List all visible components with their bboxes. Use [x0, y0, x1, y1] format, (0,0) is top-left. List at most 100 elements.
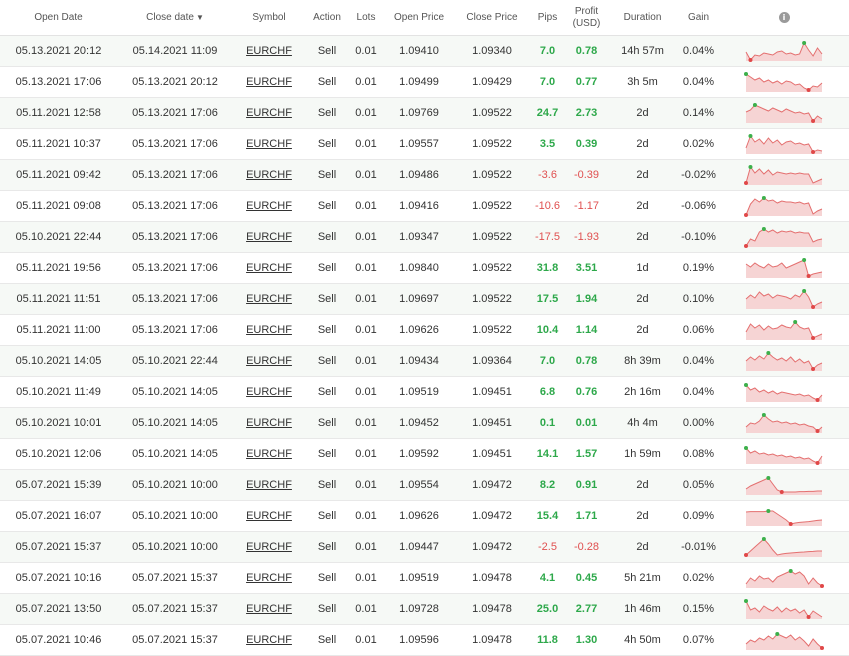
cell-open-date: 05.07.2021 15:39: [0, 469, 117, 501]
cell-profit: 0.78: [566, 35, 607, 67]
cell-profit: 1.14: [566, 314, 607, 346]
cell-duration: 2d: [607, 190, 678, 222]
table-row[interactable]: 05.11.2021 11:00 05.13.2021 17:06 EURCHF Se…: [0, 314, 849, 346]
symbol-link[interactable]: EURCHF: [246, 200, 292, 212]
cell-close-date: 05.13.2021 17:06: [117, 314, 233, 346]
cell-mini-chart: [719, 500, 849, 532]
symbol-link[interactable]: EURCHF: [246, 479, 292, 491]
symbol-link[interactable]: EURCHF: [246, 76, 292, 88]
symbol-link[interactable]: EURCHF: [246, 355, 292, 367]
table-row[interactable]: 05.11.2021 09:08 05.13.2021 17:06 EURCHF Se…: [0, 190, 849, 222]
symbol-link[interactable]: EURCHF: [246, 448, 292, 460]
cell-close-date: 05.07.2021 15:37: [117, 624, 233, 656]
cell-action: Sell: [305, 624, 349, 656]
table-row[interactable]: 05.10.2021 14:05 05.10.2021 22:44 EURCHF Se…: [0, 345, 849, 377]
cell-duration: 1h 59m: [607, 438, 678, 470]
table-row[interactable]: 05.07.2021 16:07 05.10.2021 10:00 EURCHF Se…: [0, 500, 849, 532]
table-row[interactable]: 05.10.2021 12:06 05.10.2021 14:05 EURCHF Se…: [0, 438, 849, 470]
cell-open-date: 05.10.2021 12:06: [0, 438, 117, 470]
info-icon[interactable]: i: [778, 11, 790, 23]
cell-symbol[interactable]: EURCHF: [233, 407, 305, 439]
table-row[interactable]: 05.07.2021 10:16 05.07.2021 15:37 EURCHF Se…: [0, 562, 849, 594]
cell-symbol[interactable]: EURCHF: [233, 35, 305, 67]
cell-symbol[interactable]: EURCHF: [233, 252, 305, 284]
col-close-date[interactable]: Close date ▼: [117, 0, 233, 36]
symbol-link[interactable]: EURCHF: [246, 572, 292, 584]
symbol-link[interactable]: EURCHF: [246, 386, 292, 398]
cell-mini-chart: [719, 66, 849, 98]
cell-symbol[interactable]: EURCHF: [233, 469, 305, 501]
cell-symbol[interactable]: EURCHF: [233, 97, 305, 129]
symbol-link[interactable]: EURCHF: [246, 107, 292, 119]
col-symbol[interactable]: Symbol: [233, 0, 305, 36]
col-pips[interactable]: Pips: [529, 0, 566, 36]
table-row[interactable]: 05.11.2021 09:42 05.13.2021 17:06 EURCHF Se…: [0, 159, 849, 191]
symbol-link[interactable]: EURCHF: [246, 231, 292, 243]
table-row[interactable]: 05.11.2021 11:51 05.13.2021 17:06 EURCHF Se…: [0, 283, 849, 315]
cell-open-price: 1.09626: [383, 500, 455, 532]
table-row[interactable]: 05.07.2021 15:37 05.10.2021 10:00 EURCHF Se…: [0, 531, 849, 563]
symbol-link[interactable]: EURCHF: [246, 417, 292, 429]
mini-chart: [744, 165, 823, 185]
table-row[interactable]: 05.07.2021 13:50 05.07.2021 15:37 EURCHF Se…: [0, 593, 849, 625]
col-duration[interactable]: Duration: [607, 0, 678, 36]
cell-symbol[interactable]: EURCHF: [233, 500, 305, 532]
col-lots[interactable]: Lots: [349, 0, 383, 36]
mini-chart-high-dot: [748, 165, 753, 169]
symbol-link[interactable]: EURCHF: [246, 324, 292, 336]
col-close-price[interactable]: Close Price: [455, 0, 529, 36]
col-open-date[interactable]: Open Date: [0, 0, 117, 36]
table-row[interactable]: 05.11.2021 10:37 05.13.2021 17:06 EURCHF Se…: [0, 128, 849, 160]
symbol-link[interactable]: EURCHF: [246, 138, 292, 150]
mini-chart: [745, 289, 823, 309]
table-row[interactable]: 05.13.2021 20:12 05.14.2021 11:09 EURCHF Se…: [0, 35, 849, 67]
cell-symbol[interactable]: EURCHF: [233, 593, 305, 625]
table-row[interactable]: 05.11.2021 19:56 05.13.2021 17:06 EURCHF Se…: [0, 252, 849, 284]
cell-symbol[interactable]: EURCHF: [233, 221, 305, 253]
col-profit-unit: (USD): [572, 17, 601, 29]
symbol-link[interactable]: EURCHF: [246, 634, 292, 646]
cell-symbol[interactable]: EURCHF: [233, 376, 305, 408]
cell-open-date: 05.11.2021 11:51: [0, 283, 117, 315]
cell-close-price: 1.09478: [455, 593, 529, 625]
cell-symbol[interactable]: EURCHF: [233, 314, 305, 346]
cell-symbol[interactable]: EURCHF: [233, 159, 305, 191]
symbol-link[interactable]: EURCHF: [246, 45, 292, 57]
symbol-link[interactable]: EURCHF: [246, 510, 292, 522]
col-action[interactable]: Action: [305, 0, 349, 36]
col-open-price[interactable]: Open Price: [383, 0, 455, 36]
cell-lots: 0.01: [349, 283, 383, 315]
cell-symbol[interactable]: EURCHF: [233, 128, 305, 160]
symbol-link[interactable]: EURCHF: [246, 169, 292, 181]
col-gain[interactable]: Gain: [678, 0, 719, 36]
table-row[interactable]: 05.11.2021 12:58 05.13.2021 17:06 EURCHF Se…: [0, 97, 849, 129]
cell-pips: 17.5: [529, 283, 566, 315]
cell-open-date: 05.11.2021 09:08: [0, 190, 117, 222]
cell-symbol[interactable]: EURCHF: [233, 283, 305, 315]
table-row[interactable]: 05.07.2021 10:46 05.07.2021 15:37 EURCHF Se…: [0, 624, 849, 656]
symbol-link[interactable]: EURCHF: [246, 262, 292, 274]
col-gain-label: Gain: [687, 11, 710, 23]
mini-chart: [744, 537, 822, 557]
col-profit[interactable]: Profit (USD): [566, 0, 607, 36]
cell-symbol[interactable]: EURCHF: [233, 562, 305, 594]
table-row[interactable]: 05.07.2021 15:39 05.10.2021 10:00 EURCHF Se…: [0, 469, 849, 501]
cell-symbol[interactable]: EURCHF: [233, 190, 305, 222]
table-row[interactable]: 05.10.2021 11:49 05.10.2021 14:05 EURCHF Se…: [0, 376, 849, 408]
mini-chart: [745, 320, 823, 340]
symbol-link[interactable]: EURCHF: [246, 603, 292, 615]
cell-symbol[interactable]: EURCHF: [233, 66, 305, 98]
cell-lots: 0.01: [349, 624, 383, 656]
cell-symbol[interactable]: EURCHF: [233, 438, 305, 470]
cell-action: Sell: [305, 314, 349, 346]
cell-symbol[interactable]: EURCHF: [233, 624, 305, 656]
cell-close-price: 1.09522: [455, 283, 529, 315]
table-row[interactable]: 05.10.2021 22:44 05.13.2021 17:06 EURCHF Se…: [0, 221, 849, 253]
cell-symbol[interactable]: EURCHF: [233, 345, 305, 377]
table-row[interactable]: 05.10.2021 10:01 05.10.2021 14:05 EURCHF Se…: [0, 407, 849, 439]
table-row[interactable]: 05.13.2021 17:06 05.13.2021 20:12 EURCHF Se…: [0, 66, 849, 98]
symbol-link[interactable]: EURCHF: [246, 541, 292, 553]
cell-action: Sell: [305, 469, 349, 501]
cell-symbol[interactable]: EURCHF: [233, 531, 305, 563]
symbol-link[interactable]: EURCHF: [246, 293, 292, 305]
